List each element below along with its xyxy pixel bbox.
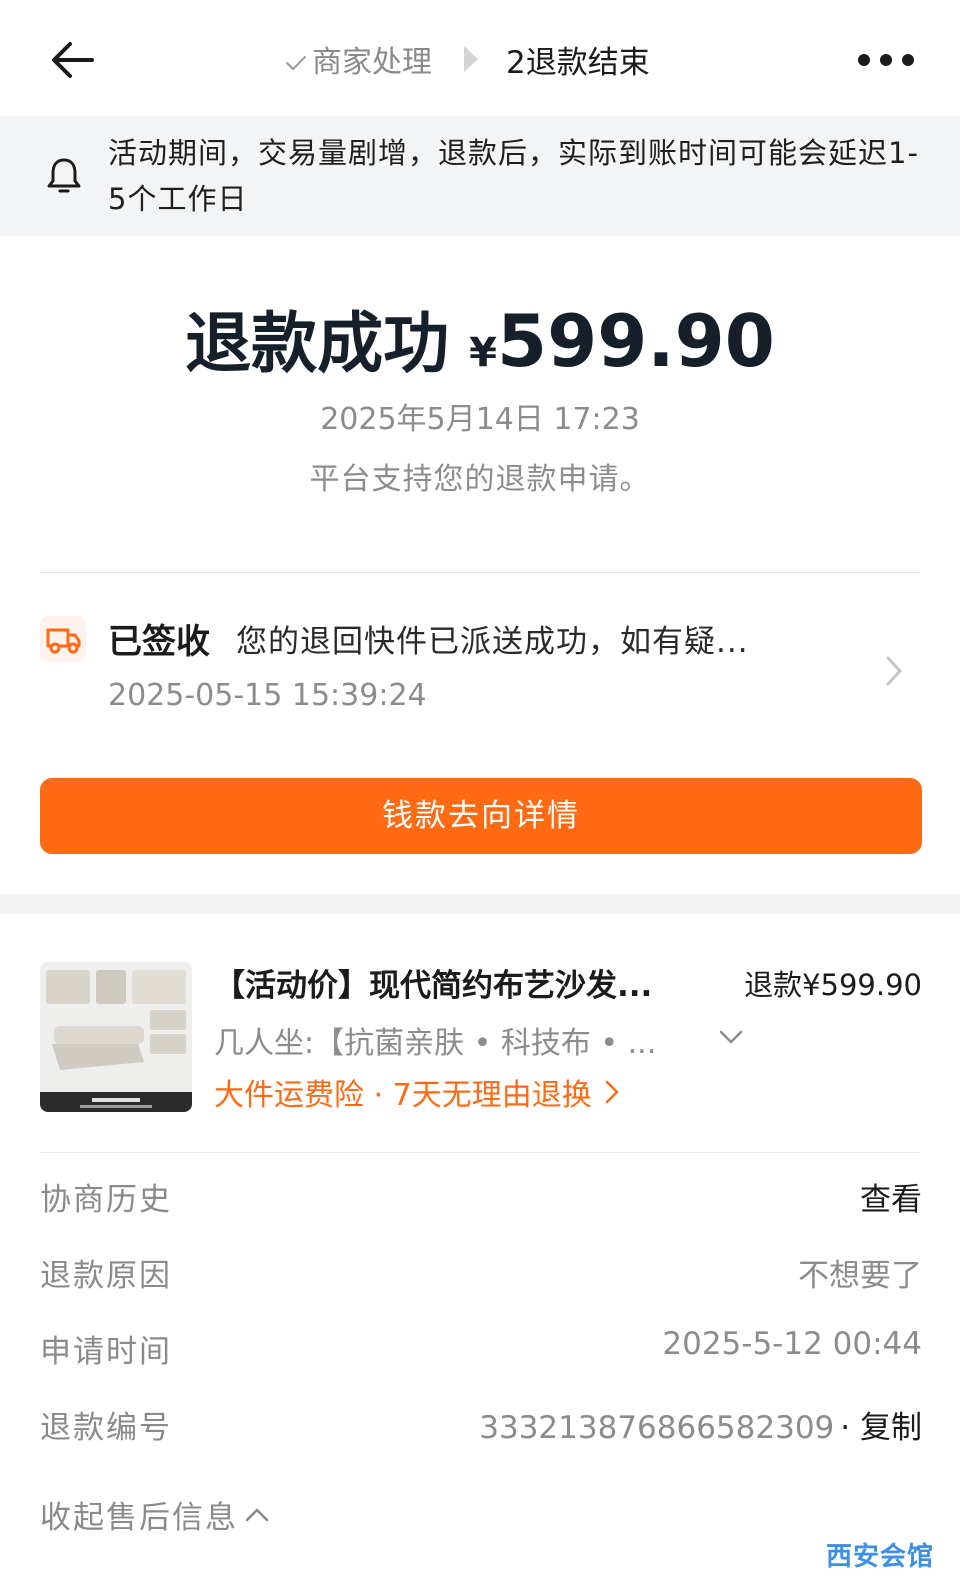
section-separator: [0, 894, 960, 914]
truck-icon: [40, 616, 86, 662]
back-arrow-icon: [52, 42, 94, 78]
chevron-right-icon: [605, 1080, 618, 1104]
product-service-link[interactable]: 大件运费险 · 7天无理由退换: [214, 1070, 620, 1114]
refund-reason-row: 退款原因 不想要了: [40, 1250, 922, 1300]
logistics-message: 您的退回快件已派送成功，如有疑...: [236, 624, 749, 660]
back-button[interactable]: [44, 32, 100, 88]
info-label: 协商历史: [40, 1182, 172, 1218]
logistics-status: 已签收: [108, 622, 210, 662]
refund-amount: 599.90: [497, 299, 775, 383]
step-merchant-processing: 商家处理: [284, 37, 432, 81]
watermark: 西安会馆: [826, 1542, 935, 1572]
refund-status: 退款成功: [185, 305, 450, 382]
chevron-down-icon[interactable]: [718, 1028, 744, 1046]
refund-reason-value: 不想要了: [798, 1258, 922, 1294]
logistics-row[interactable]: 已签收 您的退回快件已派送成功，如有疑... 2025-05-15 15:39:…: [40, 604, 920, 734]
step-separator-icon: [464, 46, 478, 72]
info-label: 退款编号: [40, 1410, 172, 1446]
info-label: 退款原因: [40, 1258, 172, 1294]
refund-number-row: 退款编号 333213876866582309 · 复制: [40, 1402, 922, 1452]
top-bar: 商家处理 2退款结束: [0, 0, 960, 116]
refund-description: 平台支持您的退款申请。: [309, 462, 651, 497]
apply-time-value: 2025-5-12 00:44: [662, 1326, 922, 1362]
notice-text: 活动期间，交易量剧增，退款后，实际到账时间可能会延迟1-5个工作日: [108, 136, 919, 216]
step-done-label: 商家处理: [312, 45, 432, 80]
product-sku[interactable]: 几人坐:【抗菌亲肤 • 科技布 • ...: [214, 1018, 690, 1062]
bell-icon: [47, 158, 81, 193]
notice-banner: 活动期间，交易量剧增，退款后，实际到账时间可能会延迟1-5个工作日: [0, 116, 960, 236]
currency-symbol: ¥: [469, 330, 497, 376]
collapse-after-sale-info-button[interactable]: 收起售后信息: [40, 1492, 270, 1537]
divider: [40, 572, 920, 573]
refund-number: 333213876866582309: [479, 1410, 835, 1446]
refund-number-value: 333213876866582309 · 复制: [479, 1402, 922, 1447]
money-flow-details-button[interactable]: 钱款去向详情: [40, 778, 922, 854]
refund-time: 2025年5月14日 17:23: [320, 402, 640, 437]
divider: [40, 1152, 920, 1153]
chevron-right-icon: [886, 656, 902, 686]
product-refund-amount: 退款¥599.90: [744, 968, 922, 1002]
check-icon: [286, 56, 306, 70]
product-image[interactable]: [40, 962, 192, 1112]
more-icon[interactable]: [858, 48, 914, 72]
copy-button[interactable]: · 复制: [840, 1410, 922, 1446]
info-label: 申请时间: [40, 1334, 172, 1370]
chevron-up-icon: [245, 1508, 269, 1521]
product-service-label: 大件运费险 · 7天无理由退换: [214, 1078, 592, 1113]
progress-steps: 商家处理 2退款结束: [284, 36, 650, 82]
collapse-label: 收起售后信息: [40, 1500, 238, 1536]
logistics-time: 2025-05-15 15:39:24: [108, 678, 427, 713]
refund-result-title: 退款成功 ¥599.90: [0, 290, 960, 386]
apply-time-row: 申请时间 2025-5-12 00:44: [40, 1326, 922, 1376]
view-history-link[interactable]: 查看: [860, 1174, 922, 1219]
step-refund-finished: 2退款结束: [506, 44, 650, 81]
product-name[interactable]: 【活动价】现代简约布艺沙发...: [214, 960, 690, 1005]
negotiation-history-row[interactable]: 协商历史 查看: [40, 1174, 922, 1224]
